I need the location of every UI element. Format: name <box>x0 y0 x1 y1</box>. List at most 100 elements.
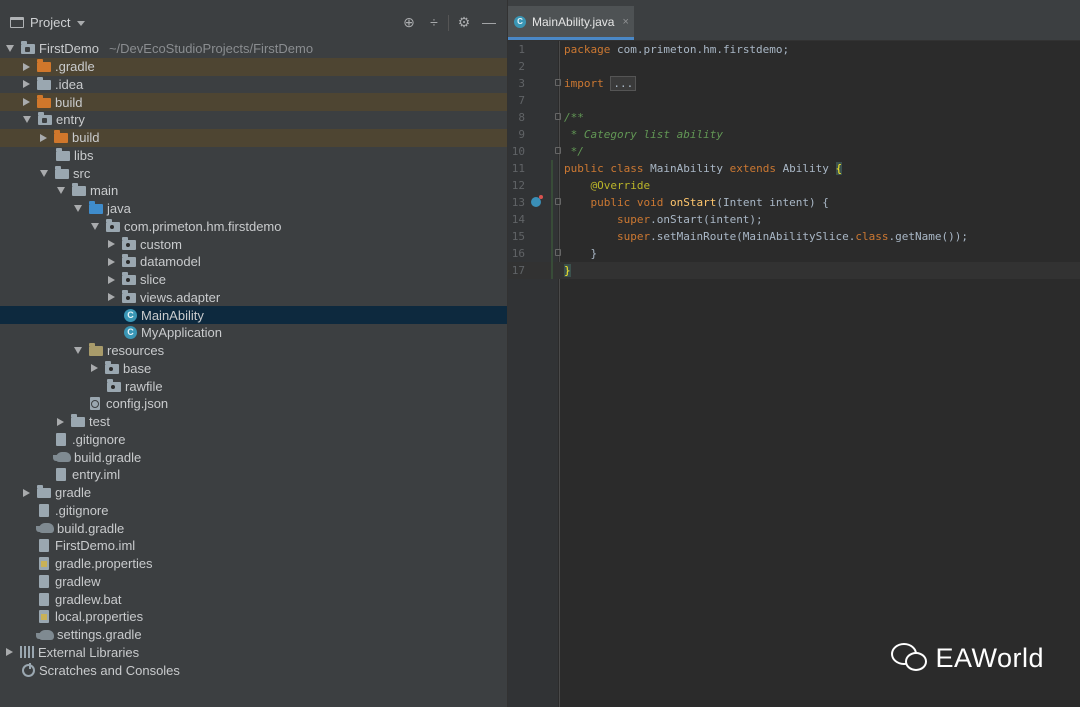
tree-item[interactable]: rawfile <box>0 377 507 395</box>
tree-item[interactable]: settings.gradle <box>0 626 507 644</box>
code-token: . <box>650 213 657 226</box>
java-class-icon: C <box>124 326 137 340</box>
code-line[interactable]: 8 /** <box>508 109 1080 126</box>
project-header: Project ⊕ ÷ ⚙ — <box>0 0 507 44</box>
expand-right-icon[interactable] <box>23 98 30 107</box>
tree-item[interactable]: .gradle <box>0 57 507 76</box>
expand-down-icon[interactable] <box>40 169 48 177</box>
fold-icon[interactable] <box>555 198 561 205</box>
line-number: 3 <box>518 77 525 90</box>
tree-item[interactable]: gradlew <box>0 573 507 591</box>
code-line[interactable]: 9 * Category list ability <box>508 126 1080 143</box>
expand-right-icon[interactable] <box>57 417 64 426</box>
tree-item[interactable]: gradle.properties <box>0 555 507 573</box>
gradle-icon <box>36 523 54 534</box>
code-token: .getName()); <box>888 230 969 243</box>
locate-icon[interactable]: ⊕ <box>400 13 418 31</box>
expand-right-icon[interactable] <box>108 240 115 249</box>
tree-item[interactable]: base <box>0 360 507 378</box>
code-line[interactable]: 2 <box>508 58 1080 75</box>
tree-item[interactable]: C MainAbility <box>0 306 507 324</box>
close-icon[interactable]: × <box>622 16 628 28</box>
expand-down-icon[interactable] <box>74 205 82 213</box>
module-folder-icon <box>21 41 35 55</box>
tree-item[interactable]: libs <box>0 147 507 165</box>
override-marker-icon[interactable] <box>531 195 543 207</box>
tree-item[interactable]: main <box>0 182 507 200</box>
project-window-icon <box>10 17 24 28</box>
fold-icon[interactable] <box>555 79 561 86</box>
code-text: @Override <box>564 177 650 194</box>
code-line[interactable]: 7 <box>508 92 1080 109</box>
expand-down-icon[interactable] <box>23 116 31 124</box>
fold-icon[interactable] <box>555 249 561 256</box>
tree-item[interactable]: build <box>0 93 507 111</box>
tree-item[interactable]: com.primeton.hm.firstdemo <box>0 218 507 236</box>
tree-item[interactable]: C MyApplication <box>0 324 507 342</box>
minimize-icon[interactable]: — <box>480 13 498 31</box>
tree-item[interactable]: config.json <box>0 395 507 413</box>
expand-right-icon[interactable] <box>40 133 47 142</box>
line-number: 14 <box>511 213 525 226</box>
tree-item[interactable]: local.properties <box>0 608 507 626</box>
project-view-selector[interactable]: Project <box>10 15 86 30</box>
tree-item[interactable]: test <box>0 413 507 431</box>
tree-item[interactable]: views.adapter <box>0 289 507 307</box>
collapse-icon[interactable]: ÷ <box>425 13 443 31</box>
tree-item[interactable]: datamodel <box>0 253 507 271</box>
tree-item[interactable]: entry.iml <box>0 466 507 484</box>
tree-item[interactable]: build <box>0 128 507 147</box>
code-line[interactable]: 1 package com.primeton.hm.firstdemo; <box>508 41 1080 58</box>
code-line[interactable]: 14 super.onStart(intent); <box>508 211 1080 228</box>
code-line[interactable]: 15 super.setMainRoute(MainAbilitySlice.c… <box>508 228 1080 245</box>
code-token: package <box>564 43 617 56</box>
line-number: 13 <box>511 196 525 209</box>
tree-item[interactable]: External Libraries <box>0 644 507 662</box>
code-line[interactable]: 13 public void onStart(Intent intent) { <box>508 194 1080 211</box>
expand-right-icon[interactable] <box>108 293 115 302</box>
expand-right-icon[interactable] <box>23 62 30 71</box>
tree-item[interactable]: gradle <box>0 484 507 502</box>
tree-item[interactable]: java <box>0 200 507 218</box>
expand-down-icon[interactable] <box>6 45 14 53</box>
expand-down-icon[interactable] <box>57 187 65 195</box>
tree-item[interactable]: Scratches and Consoles <box>0 661 507 679</box>
code-text: * Category list ability <box>564 126 723 143</box>
tree-item[interactable]: src <box>0 164 507 182</box>
expand-down-icon[interactable] <box>74 347 82 355</box>
expand-right-icon[interactable] <box>108 275 115 284</box>
fold-icon[interactable] <box>555 147 561 154</box>
tree-item[interactable]: gradlew.bat <box>0 590 507 608</box>
tree-item[interactable]: FirstDemo ~/DevEcoStudioProjects/FirstDem… <box>0 40 507 58</box>
tree-item[interactable]: .gitignore <box>0 431 507 449</box>
fold-icon[interactable] <box>555 113 561 120</box>
tree-item[interactable]: custom <box>0 235 507 253</box>
tree-item[interactable]: entry <box>0 111 507 129</box>
code-line[interactable]: 11 public class MainAbility extends Abili… <box>508 160 1080 177</box>
code-line[interactable]: 16 } <box>508 245 1080 262</box>
code-line[interactable]: 17} <box>508 262 1080 279</box>
code-line[interactable]: 3 import ... <box>508 75 1080 92</box>
gear-icon[interactable]: ⚙ <box>455 13 473 31</box>
line-number: 17 <box>511 264 525 277</box>
tree-item[interactable]: resources <box>0 342 507 360</box>
expand-right-icon[interactable] <box>91 364 98 373</box>
expand-right-icon[interactable] <box>23 80 30 89</box>
expand-right-icon[interactable] <box>6 648 13 657</box>
code-line[interactable]: 10 */ <box>508 143 1080 160</box>
expand-right-icon[interactable] <box>23 488 30 497</box>
expand-right-icon[interactable] <box>108 257 115 266</box>
file-icon <box>39 574 49 588</box>
tree-item[interactable]: FirstDemo.iml <box>0 537 507 555</box>
tree-item[interactable]: .idea <box>0 76 507 94</box>
tree-item[interactable]: build.gradle <box>0 519 507 537</box>
tab-mainability-java[interactable]: C MainAbility.java × <box>508 6 634 40</box>
expand-down-icon[interactable] <box>91 222 99 230</box>
tree-item[interactable]: slice <box>0 271 507 289</box>
line-number: 10 <box>511 145 525 158</box>
tree-item[interactable]: .gitignore <box>0 502 507 520</box>
tree-item[interactable]: build.gradle <box>0 448 507 466</box>
code-line[interactable]: 12 @Override <box>508 177 1080 194</box>
tree-item-label: Scratches and Consoles <box>39 662 180 678</box>
package-icon <box>122 289 136 303</box>
